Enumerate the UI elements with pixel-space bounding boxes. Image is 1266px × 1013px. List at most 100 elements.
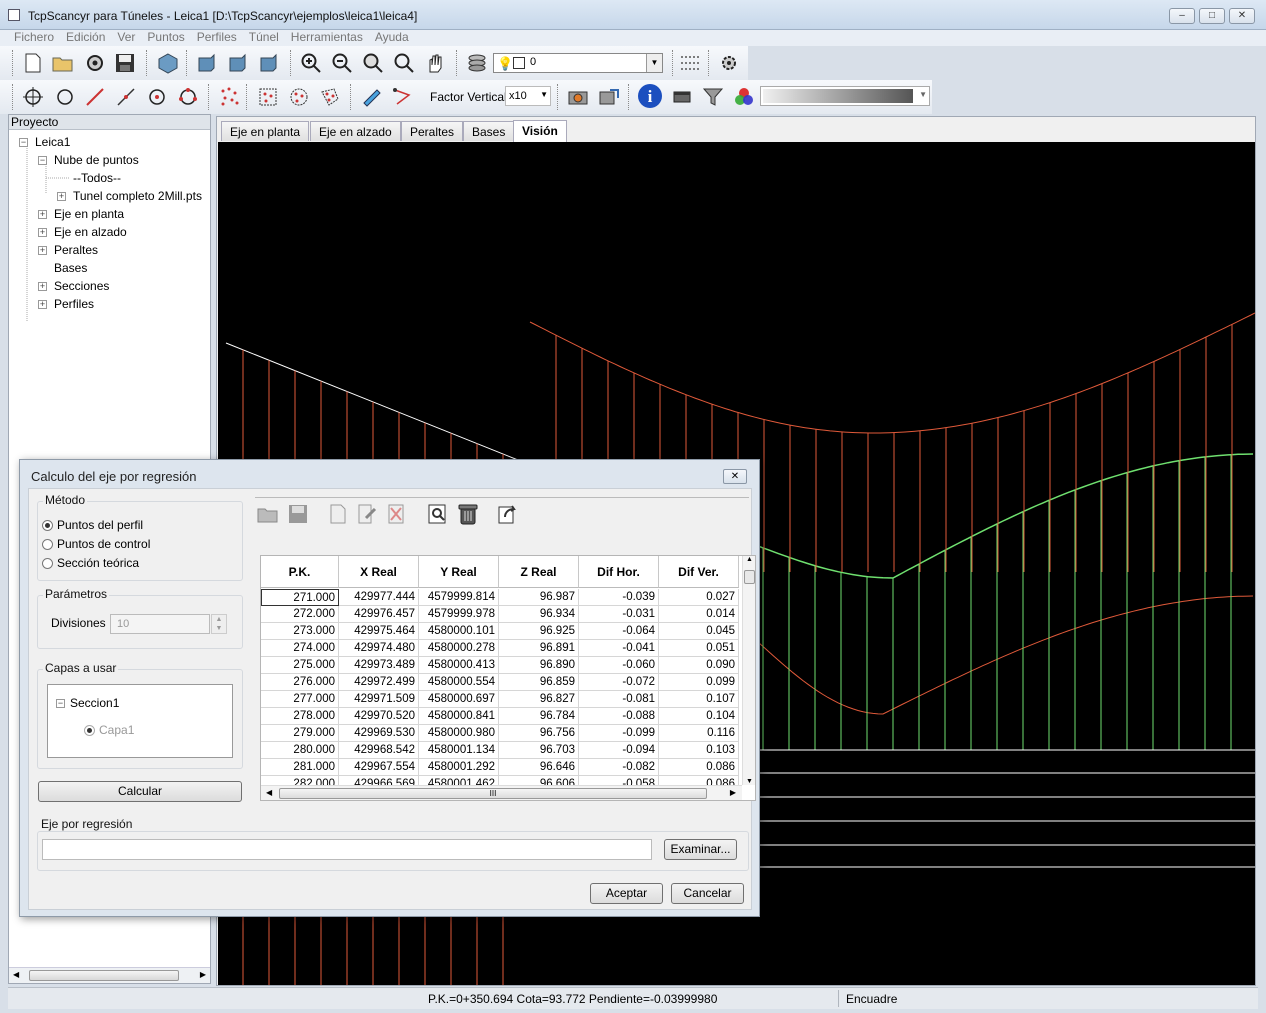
table-cell[interactable]: 429977.444 [339,589,419,606]
table-cell[interactable]: 0.027 [659,589,739,606]
table-cell[interactable]: -0.081 [579,691,659,708]
circle-icon[interactable] [52,84,77,109]
table-cell[interactable]: 4580000.278 [419,640,499,657]
cube-front-icon[interactable] [193,50,218,75]
table-cell[interactable]: -0.060 [579,657,659,674]
menu-ver[interactable]: Ver [111,30,141,45]
table-cell[interactable]: 0.103 [659,742,739,759]
table-cell[interactable]: 429974.480 [339,640,419,657]
tree-horizontal-scrollbar[interactable]: ◀ ▶ [9,967,210,983]
table-cell[interactable]: 96.859 [499,674,579,691]
layer-select[interactable]: 💡 0 ▼ [493,53,663,73]
save-disk-icon[interactable] [285,501,311,527]
tree-expander-seccion1[interactable]: − [56,699,65,708]
tree-expander-perfiles[interactable]: + [38,300,47,309]
table-cell[interactable]: -0.082 [579,759,659,776]
tree-item-tunel-pts[interactable]: Tunel completo 2Mill.pts [73,189,202,203]
polyline-icon[interactable] [113,84,138,109]
edit-document-icon[interactable] [355,501,381,527]
table-cell[interactable]: 272.000 [261,606,339,623]
tree-item-eje-en-alzado[interactable]: Eje en alzado [54,225,127,239]
close-button[interactable]: ✕ [1229,8,1255,24]
table-cell[interactable]: 429967.554 [339,759,419,776]
zoom-window-icon[interactable] [360,50,385,75]
color-ramp-select[interactable]: ▼ [760,86,930,106]
minimize-button[interactable]: – [1169,8,1195,24]
tree-item-secciones[interactable]: Secciones [54,279,109,293]
table-cell[interactable]: 429972.499 [339,674,419,691]
radio-capa1[interactable]: Capa1 [84,723,134,737]
tree-item-leica1[interactable]: Leica1 [35,135,70,149]
menu-herramientas[interactable]: Herramientas [285,30,369,45]
tree-item-todos[interactable]: --Todos-- [73,171,121,185]
trash-icon[interactable] [455,501,481,527]
new-file-icon[interactable] [20,50,45,75]
select-box-points-icon[interactable] [255,84,280,109]
zoom-out-icon[interactable] [329,50,354,75]
table-cell[interactable]: -0.094 [579,742,659,759]
table-cell[interactable]: 96.784 [499,708,579,725]
table-cell[interactable]: 429970.520 [339,708,419,725]
table-cell[interactable]: 96.891 [499,640,579,657]
column-header[interactable]: P.K. [261,556,339,588]
table-cell[interactable]: 280.000 [261,742,339,759]
table-cell[interactable]: 96.827 [499,691,579,708]
table-cell[interactable]: 277.000 [261,691,339,708]
divisiones-spinner[interactable]: ▲ ▼ [211,614,227,634]
tree-item-nube-de-puntos[interactable]: Nube de puntos [54,153,139,167]
table-cell[interactable]: -0.039 [579,589,659,606]
menu-puntos[interactable]: Puntos [141,30,190,45]
tree-item-peraltes[interactable]: Peraltes [54,243,98,257]
table-vscroll-thumb[interactable] [744,570,755,584]
tree-item-bases[interactable]: Bases [54,261,87,275]
column-header[interactable]: Dif Ver. [659,556,739,588]
cube-side-icon[interactable] [224,50,249,75]
table-cell[interactable]: 281.000 [261,759,339,776]
scroll-right-icon[interactable]: ▶ [200,970,206,979]
table-cell[interactable]: 0.045 [659,623,739,640]
tree-expander-eje-planta[interactable]: + [38,210,47,219]
table-cell[interactable]: 96.646 [499,759,579,776]
dialog-close-button[interactable]: ✕ [723,469,747,484]
filter-funnel-icon[interactable] [700,84,725,109]
table-cell[interactable]: 271.000 [261,589,339,606]
tree-item-perfiles[interactable]: Perfiles [54,297,94,311]
line-icon[interactable] [82,84,107,109]
table-cell[interactable]: 96.703 [499,742,579,759]
factor-vertical-select[interactable]: x10 ▼ [505,86,551,106]
table-cell[interactable]: -0.041 [579,640,659,657]
tab-peraltes[interactable]: Peraltes [401,121,464,141]
save-disk-icon[interactable] [112,50,137,75]
tree-expander-secciones[interactable]: + [38,282,47,291]
column-header[interactable]: Z Real [499,556,579,588]
table-cell[interactable]: 429969.530 [339,725,419,742]
new-document-icon[interactable] [325,501,351,527]
table-vertical-scrollbar[interactable]: ▲ ▼ [742,556,755,785]
select-circle-points-icon[interactable] [286,84,311,109]
measure-ruler-icon[interactable] [359,84,384,109]
cancelar-button[interactable]: Cancelar [671,883,744,904]
tree-expander-nube[interactable]: − [38,156,47,165]
tree-expander-tunel[interactable]: + [57,192,66,201]
menu-tunel[interactable]: Túnel [243,30,285,45]
column-header[interactable]: Y Real [419,556,499,588]
examinar-button[interactable]: Examinar... [664,839,737,860]
circle-center-icon[interactable] [144,84,169,109]
table-cell[interactable]: -0.099 [579,725,659,742]
table-cell[interactable]: 0.099 [659,674,739,691]
camera-capture-icon[interactable] [565,84,590,109]
table-cell[interactable]: 0.090 [659,657,739,674]
radio-puntos-de-control[interactable]: Puntos de control [42,537,150,551]
column-header[interactable]: Dif Hor. [579,556,659,588]
aceptar-button[interactable]: Aceptar [590,883,663,904]
eje-regresion-input[interactable] [42,839,652,860]
table-cell[interactable]: 4580000.980 [419,725,499,742]
menu-edicion[interactable]: Edición [60,30,111,45]
delete-document-icon[interactable] [385,501,411,527]
table-cell[interactable]: 275.000 [261,657,339,674]
zoom-extents-icon[interactable] [391,50,416,75]
table-cell[interactable]: 4579999.814 [419,589,499,606]
hscroll-right-icon[interactable]: ▶ [730,788,736,797]
table-cell[interactable]: 429971.509 [339,691,419,708]
table-hscroll-thumb[interactable]: III [279,788,707,799]
